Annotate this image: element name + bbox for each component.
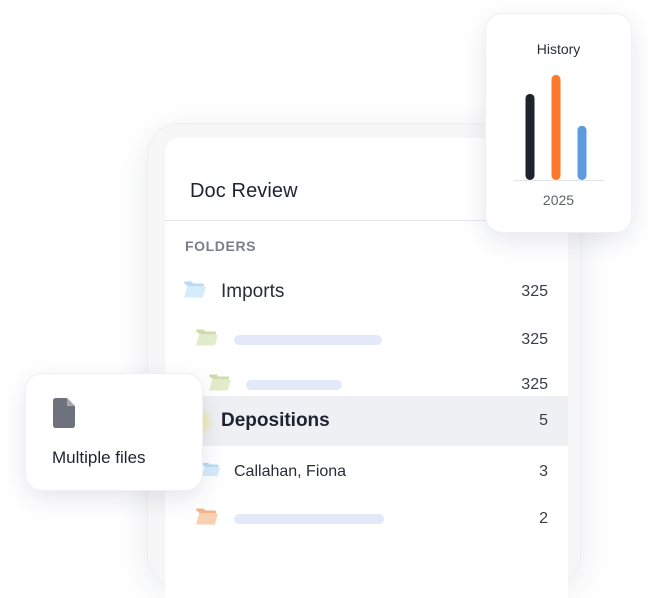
folder-row-callahan-fiona[interactable]: Callahan, Fiona 3 [165,448,568,496]
folder-label: Callahan, Fiona [234,463,347,480]
folder-label: Depositions [221,410,330,431]
folder-open-icon [201,462,221,483]
folder-open-icon [208,374,232,397]
placeholder-bar [246,380,342,390]
folder-label: Imports [221,281,285,302]
folder-open-icon [195,508,219,531]
folder-count: 3 [539,463,548,480]
folder-row[interactable]: 325 [165,316,568,364]
folders-section-label: FOLDERS [185,238,257,254]
folder-open-icon [195,329,219,352]
history-card: History 2025 [486,14,631,232]
placeholder-bar [234,335,382,345]
document-icon [53,398,75,433]
folder-count: 325 [521,283,548,300]
x-tick-label: 2025 [542,192,575,208]
placeholder-bar [234,514,384,524]
folder-row-depositions[interactable]: Depositions 5 [165,396,568,446]
history-bar-3 [577,125,587,180]
folder-count: 325 [521,331,548,348]
folder-row-imports[interactable]: Imports 325 [165,268,568,316]
multiple-files-card: Multiple files [26,374,202,490]
folder-count: 5 [539,412,548,429]
panel-title: Doc Review [190,180,298,202]
history-bar-2 [551,74,561,180]
folder-row[interactable]: 2 [165,495,568,543]
history-bar-1 [525,93,535,180]
multiple-files-label: Multiple files [52,448,146,467]
folder-count: 2 [539,510,548,527]
folder-open-icon [183,281,207,304]
folder-count: 325 [521,376,548,393]
